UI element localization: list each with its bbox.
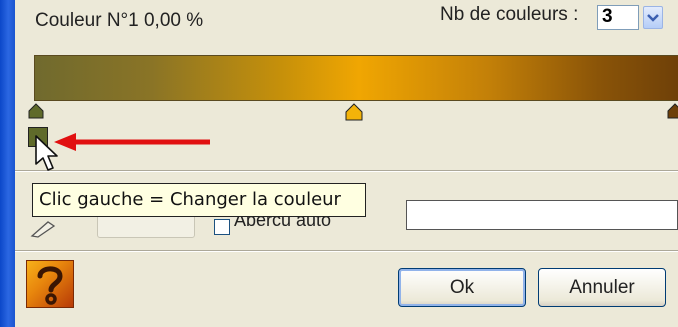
stop-marker-icon bbox=[345, 103, 363, 121]
red-arrow-icon bbox=[54, 133, 210, 151]
color-count-dropdown-button[interactable] bbox=[643, 6, 663, 29]
preview-box bbox=[406, 200, 678, 230]
color-count-field[interactable]: 3 bbox=[597, 5, 639, 30]
color-count-label: Nb de couleurs : bbox=[440, 4, 579, 25]
window-frame-left bbox=[0, 0, 15, 327]
pencil-icon[interactable] bbox=[30, 220, 58, 238]
ok-button[interactable]: Ok bbox=[398, 268, 526, 307]
stop-marker-icon bbox=[667, 103, 678, 119]
auto-preview-checkbox[interactable] bbox=[214, 219, 230, 235]
mouse-pointer-icon bbox=[35, 135, 58, 171]
divider bbox=[15, 250, 678, 252]
gradient-preview-bar bbox=[34, 55, 678, 101]
divider bbox=[15, 170, 678, 172]
question-mark-icon bbox=[37, 266, 63, 305]
cancel-button[interactable]: Annuler bbox=[538, 268, 666, 307]
help-button[interactable] bbox=[26, 260, 74, 308]
stop-marker-icon bbox=[28, 103, 44, 119]
chevron-down-icon bbox=[647, 13, 659, 22]
tooltip: Clic gauche = Changer la couleur bbox=[32, 183, 366, 217]
color-position-label: Couleur N°1 0,00 % bbox=[35, 10, 204, 31]
